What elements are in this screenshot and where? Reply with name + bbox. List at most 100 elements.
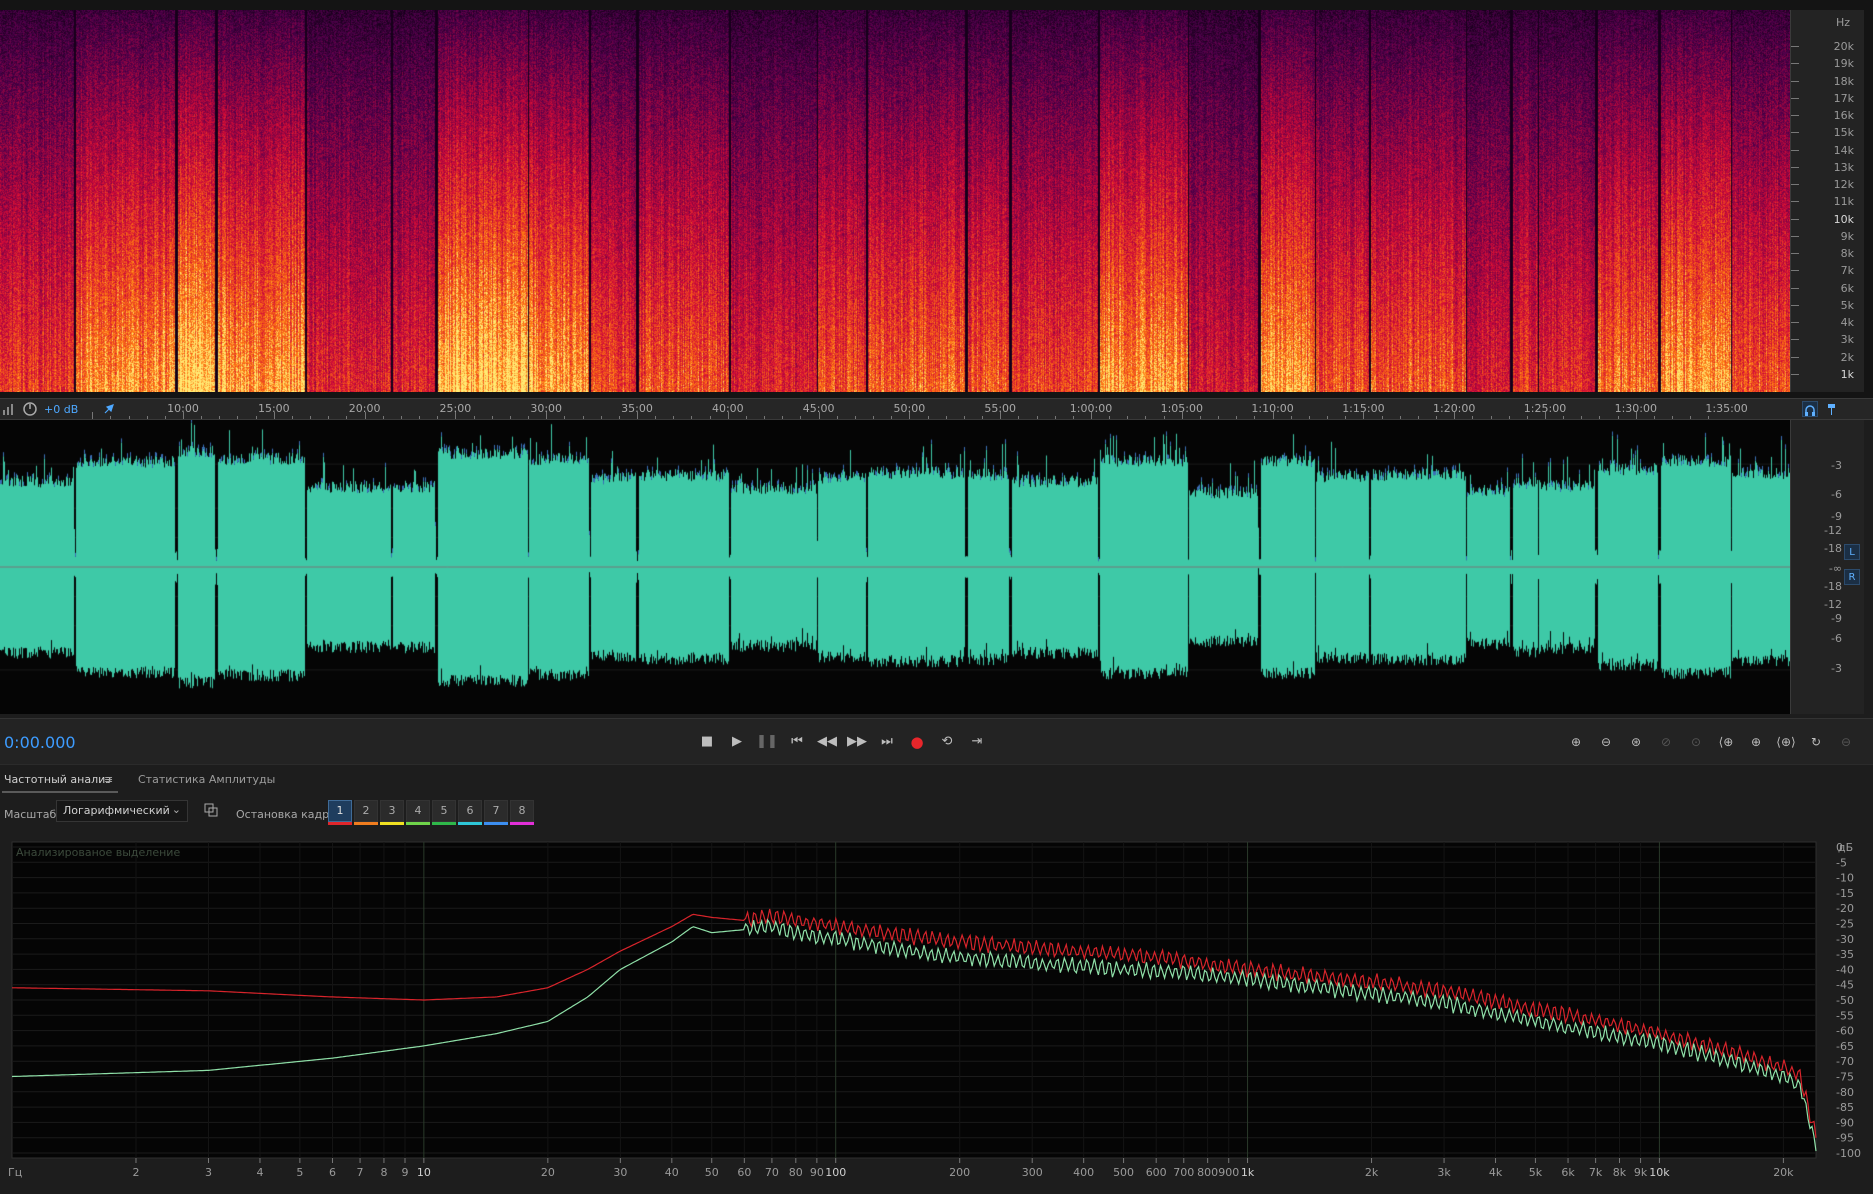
tab-amplitude-statistics[interactable]: Статистика Амплитуды [138, 773, 275, 786]
x-tick-label: 5 [296, 1166, 303, 1179]
current-time-display[interactable]: 0:00.000 [4, 733, 76, 752]
rewind-icon[interactable]: ◀◀ [816, 732, 838, 752]
pause-icon[interactable]: ❚❚ [756, 732, 778, 752]
freeze-frame-button[interactable]: 7 [484, 800, 508, 822]
hz-label: 10k [1833, 212, 1854, 226]
time-tick [764, 416, 766, 419]
level-meter-icon[interactable] [2, 402, 16, 416]
analyzed-selection-label: Анализированое выделение [16, 846, 180, 859]
hz-tick [1791, 63, 1799, 65]
time-tick [1672, 416, 1674, 419]
y-tick-label: -30 [1836, 933, 1854, 946]
gain-knob-icon[interactable] [22, 401, 38, 417]
analysis-panel-tabs: Частотный анализ ≡ Статистика Амплитуды [0, 764, 1873, 794]
hz-tick [1791, 339, 1799, 341]
hz-label: 1k [1840, 368, 1854, 381]
gain-value[interactable]: +0 dB [44, 403, 78, 416]
x-tick-label: 9 [402, 1166, 409, 1179]
play-icon[interactable]: ▶ [726, 732, 748, 752]
hz-label: 8k [1840, 247, 1854, 261]
skip-selection-icon[interactable]: ⇥ [966, 732, 988, 752]
time-tick [1127, 416, 1129, 419]
tab-frequency-analysis[interactable]: Частотный анализ [4, 773, 111, 786]
frequency-spectrum-plot[interactable]: 0-5-10-15-20-25-30-35-40-45-50-55-60-65-… [6, 838, 1868, 1194]
spectrogram-canvas[interactable] [0, 10, 1790, 392]
zoom-out-time-icon[interactable]: ⊖ [1834, 732, 1858, 752]
amplitude-ruler: -3 -6 -9 -12 -18 -∞ -18 -12 -9 -6 -3 L R [1790, 420, 1864, 714]
hz-label: 13k [1833, 160, 1854, 174]
freeze-frame-button[interactable]: 3 [380, 800, 404, 822]
time-ruler[interactable]: +0 dB 10:00 15:00 20:00 25:00 30:00 35:00 40:0… [0, 398, 1873, 420]
zoom-right-edge-icon[interactable]: ⟨⊕⟩ [1774, 732, 1798, 752]
loop-icon[interactable]: ⟲ [936, 732, 958, 752]
time-tick [963, 416, 965, 419]
time-tick [110, 416, 112, 419]
channel-left-toggle[interactable]: L [1844, 544, 1860, 560]
hz-label: 12k [1833, 178, 1854, 192]
freeze-frame-label: Остановка кадра: [236, 808, 340, 821]
headphones-icon[interactable] [1802, 401, 1818, 417]
time-tick [491, 416, 493, 419]
x-tick-label: 50 [705, 1166, 719, 1179]
time-tick [1454, 412, 1456, 419]
hz-tick [1791, 115, 1799, 117]
zoom-selection-icon[interactable]: ⊘ [1654, 732, 1678, 752]
time-tick [382, 416, 384, 419]
time-tick [1181, 412, 1183, 419]
zoom-out-amplitude-icon[interactable]: ⊖ [1594, 732, 1618, 752]
channel-right-toggle[interactable]: R [1844, 569, 1860, 585]
time-tick [1036, 416, 1038, 419]
freeze-frame-button[interactable]: 6 [458, 800, 482, 822]
freeze-frame-color [354, 822, 378, 825]
freeze-frame-button[interactable]: 4 [406, 800, 430, 822]
freeze-frame-button[interactable]: 8 [510, 800, 534, 822]
copy-icon[interactable] [204, 802, 220, 818]
time-tick [1526, 416, 1528, 419]
hz-label: 2k [1840, 350, 1854, 364]
y-tick-label: -65 [1836, 1040, 1854, 1053]
time-tick [927, 416, 929, 419]
stop-icon[interactable]: ■ [696, 732, 718, 752]
time-tick [564, 416, 566, 419]
time-tick [945, 416, 947, 419]
freeze-frame-button[interactable]: 2 [354, 800, 378, 822]
waveform-canvas[interactable] [0, 420, 1790, 714]
zoom-in-point-icon[interactable]: ⊙ [1684, 732, 1708, 752]
y-tick-label: -90 [1836, 1116, 1854, 1129]
time-tick [346, 416, 348, 419]
scale-value: Логарифмический [63, 804, 170, 817]
x-tick-label: 400 [1073, 1166, 1094, 1179]
skip-end-icon[interactable]: ⏭ [876, 732, 898, 752]
time-tick [818, 412, 820, 419]
time-tick [1091, 412, 1092, 419]
y-unit-label: дБ [1838, 841, 1853, 854]
record-icon[interactable]: ● [906, 732, 928, 752]
time-tick [727, 412, 729, 419]
x-tick-label: 700 [1173, 1166, 1194, 1179]
time-tick [1308, 416, 1310, 419]
fast-forward-icon[interactable]: ▶▶ [846, 732, 868, 752]
freeze-frame-button[interactable]: 1 [328, 800, 352, 822]
zoom-left-edge-icon[interactable]: ⟨⊕ [1714, 732, 1738, 752]
y-tick-label: -35 [1836, 948, 1854, 961]
hz-tick [1791, 80, 1799, 82]
zoom-out-full-icon[interactable]: ⊛ [1624, 732, 1648, 752]
pin-icon[interactable] [102, 402, 116, 416]
time-tick [1690, 416, 1692, 419]
y-tick-label: -5 [1836, 856, 1847, 869]
db-label: -6 [1831, 488, 1842, 501]
spectral-display-area: Hz 20k 19k 18k 17k 16k 15k 14k 13k 12k 11k 10k 9k 8k… [0, 0, 1873, 398]
y-tick-label: -95 [1836, 1132, 1854, 1145]
marker-icon[interactable] [1824, 401, 1840, 417]
scale-dropdown[interactable]: Логарифмический ⌄ [56, 800, 188, 822]
skip-start-icon[interactable]: ⏮ [786, 732, 808, 752]
time-tick [1545, 412, 1546, 419]
zoom-in-amplitude-icon[interactable]: ⊕ [1564, 732, 1588, 752]
x-tick-label: 600 [1146, 1166, 1167, 1179]
panel-menu-icon[interactable]: ≡ [104, 773, 113, 786]
time-tick [1581, 416, 1583, 419]
zoom-reset-icon[interactable]: ↻ [1804, 732, 1828, 752]
zoom-in-time-icon[interactable]: ⊕ [1744, 732, 1768, 752]
freeze-frame-button[interactable]: 5 [432, 800, 456, 822]
hz-tick [1791, 253, 1799, 255]
